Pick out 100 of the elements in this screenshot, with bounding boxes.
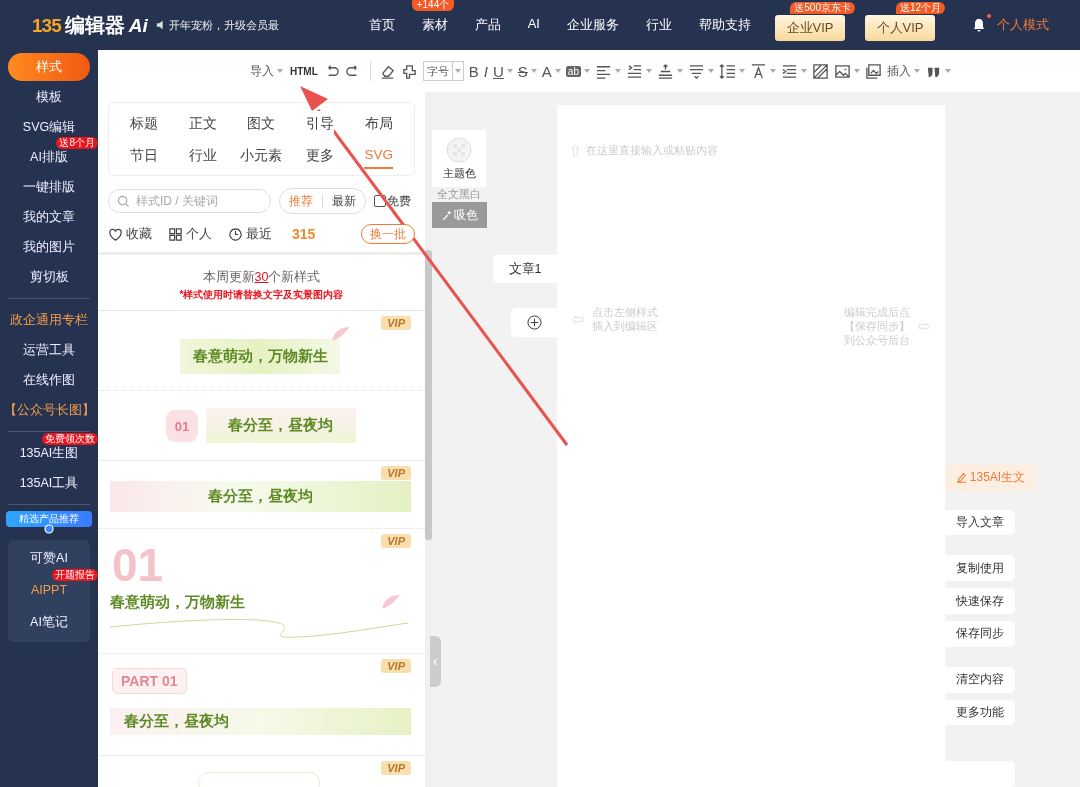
sidebar-item[interactable]: 135AI生图 <box>19 445 79 461</box>
search-icon <box>117 194 130 208</box>
sidebar-item[interactable]: SVG编辑 <box>22 119 76 135</box>
toolbar-button[interactable]: 插入 <box>886 62 920 80</box>
nav-badge: +144个 <box>411 0 455 11</box>
sidebar-item[interactable]: 我的文章 <box>23 209 75 225</box>
action-button[interactable]: 快速保存 <box>945 588 1015 614</box>
action-button[interactable]: 清空内容 <box>945 666 1015 693</box>
petal-icon <box>380 593 402 611</box>
toolbar-button[interactable] <box>625 62 652 80</box>
article-tab[interactable]: 文章1 <box>493 255 557 283</box>
format-button[interactable]: S <box>517 62 537 80</box>
toolbar-button[interactable] <box>749 62 776 80</box>
announcement-text: 开年宠粉，升级会员最 <box>168 17 279 33</box>
action-button[interactable]: 复制使用 <box>945 555 1015 582</box>
gallery-icon <box>864 62 882 80</box>
sidebar-item[interactable]: AIPPT <box>30 582 68 598</box>
petal-icon <box>330 325 352 343</box>
promo-badge: 送12个月 <box>895 2 945 14</box>
action-button[interactable]: 导入文章 <box>945 509 1015 536</box>
action-button[interactable]: 更多功能 <box>945 699 1015 726</box>
font-size-select[interactable]: 字号 <box>422 61 464 81</box>
sidebar-item[interactable]: 【公众号长图】 <box>3 402 95 418</box>
add-article-button[interactable] <box>511 308 557 337</box>
format-button[interactable]: I <box>483 62 488 80</box>
checkbox[interactable] <box>374 195 386 207</box>
mode-link[interactable]: 个人模式 <box>997 16 1049 34</box>
large-number: 01 <box>112 541 164 589</box>
preview-title: 春意萌动，万物新生 <box>110 593 245 612</box>
toolbar-button[interactable]: 导入 <box>250 62 283 80</box>
sidebar-item[interactable]: 可赞AI <box>30 550 68 566</box>
sort-option[interactable]: 最新 <box>322 194 365 208</box>
style-count: 315 <box>292 226 316 242</box>
heart-icon[interactable] <box>108 226 123 242</box>
vip-badge: VIP <box>381 761 411 775</box>
format-button[interactable]: B <box>468 62 479 80</box>
format-button[interactable]: A <box>541 62 561 80</box>
shortcut-link[interactable]: 收藏 <box>126 225 152 243</box>
toolbar-button[interactable]: HTML <box>290 65 318 77</box>
sidebar-item[interactable]: 剪切板 <box>29 269 69 285</box>
bell-icon[interactable] <box>971 17 987 33</box>
warning-text: *样式使用时请替换文字及实景图内容 <box>178 288 345 302</box>
clock-icon[interactable] <box>228 226 243 242</box>
action-button[interactable]: 保存同步 <box>945 620 1015 647</box>
up-arrow-icon <box>571 144 580 157</box>
nav-link[interactable]: 帮助支持 <box>699 16 751 34</box>
vip-badge: VIP <box>381 316 411 330</box>
nav-link[interactable]: 企业服务 <box>567 16 619 34</box>
toolbar-button[interactable] <box>687 62 714 80</box>
sidebar-item[interactable]: 我的图片 <box>23 239 75 255</box>
nav-link[interactable]: 素材 <box>421 16 448 34</box>
plus-icon <box>526 315 542 330</box>
pin-icon <box>44 524 54 534</box>
preview-title: 春分至，昼夜均 <box>110 708 411 735</box>
chevron-left-icon <box>433 657 438 666</box>
toolbar-button[interactable] <box>811 62 829 80</box>
category-tab[interactable]: 引导 <box>306 111 335 137</box>
nav-link[interactable]: AI <box>527 16 540 34</box>
collapse-handle[interactable] <box>430 636 441 687</box>
sidebar-item[interactable]: 在线作图 <box>23 372 75 388</box>
vip-badge: VIP <box>381 534 411 548</box>
letterspacing-icon <box>749 62 767 80</box>
speaker-icon <box>155 20 166 30</box>
nav-link[interactable]: 首页 <box>368 16 395 34</box>
sidebar-item[interactable]: 135AI工具 <box>19 475 79 491</box>
toolbar-button[interactable] <box>780 62 807 80</box>
shortcut-link[interactable]: 个人 <box>186 225 212 243</box>
preview-title: 春分至，昼夜均 <box>206 408 356 443</box>
sidebar-item[interactable]: AI排版 <box>30 149 68 165</box>
eyedropper-icon <box>441 209 452 221</box>
nav-link[interactable]: 产品 <box>474 16 501 34</box>
part-label: PART 01 <box>112 668 187 694</box>
sidebar-item[interactable]: 运营工具 <box>23 342 75 358</box>
grid-icon[interactable] <box>168 226 183 242</box>
toolbar-button[interactable] <box>656 62 683 80</box>
promo-badge: 送500京东卡 <box>790 2 855 14</box>
logo[interactable]: 135 编辑器 Ai <box>32 11 148 39</box>
toolbar-button[interactable] <box>718 62 745 80</box>
hatch-icon <box>811 62 829 80</box>
right-arrow-icon <box>918 321 931 331</box>
sidebar-item[interactable]: 模板 <box>36 89 62 105</box>
toolbar-button[interactable] <box>864 62 882 80</box>
sidebar-badge: 开题报告 <box>52 569 98 581</box>
theme-color-button[interactable]: 主题色 <box>432 130 486 187</box>
sidebar-item[interactable]: 政企通用专栏 <box>10 312 88 328</box>
update-notice: 本周更新30个新样式 <box>201 269 322 286</box>
nav-link[interactable]: 行业 <box>646 16 672 34</box>
vip-badge: VIP <box>381 466 411 480</box>
shortcut-link[interactable]: 最近 <box>246 225 272 243</box>
spacing-icon <box>656 62 674 80</box>
sidebar-item[interactable]: 一键排版 <box>23 179 75 195</box>
scrollbar-thumb[interactable] <box>425 250 432 540</box>
format-button[interactable]: U <box>492 62 513 80</box>
vip-button[interactable]: 个人VIP <box>865 15 935 41</box>
left-arrow-icon <box>571 314 584 324</box>
pen-icon <box>954 471 967 484</box>
indent-icon <box>625 62 643 80</box>
vip-button[interactable]: 企业VIP <box>775 15 845 41</box>
sidebar-item[interactable]: AI笔记 <box>30 614 68 630</box>
toolbar-button[interactable] <box>833 62 860 80</box>
